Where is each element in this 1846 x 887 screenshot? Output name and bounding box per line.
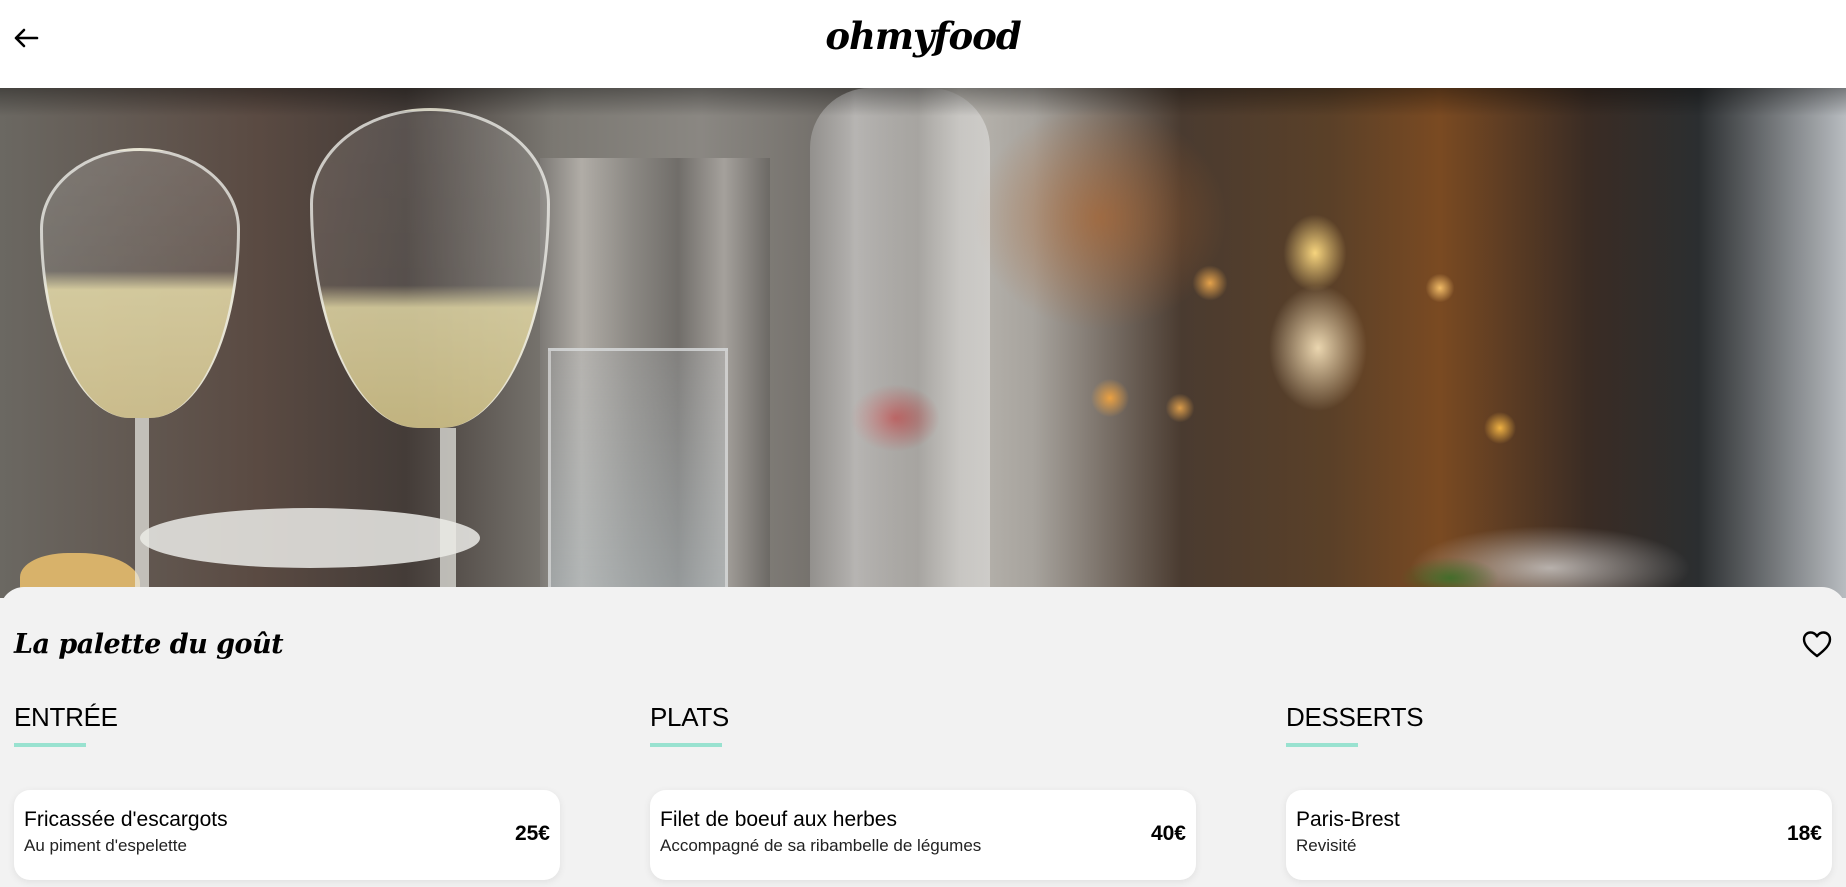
wine-glass: [40, 148, 240, 418]
restaurant-content: La palette du goût ENTRÉE Fricassée d'es…: [0, 587, 1846, 887]
menu-section-entree: ENTRÉE Fricassée d'escargots Au piment d…: [14, 702, 562, 880]
dish-price: 25€: [514, 822, 550, 845]
menu-section-desserts: DESSERTS Paris-Brest Revisité 18€: [1286, 702, 1834, 880]
restaurant-name: La palette du goût: [14, 629, 284, 660]
section-title: DESSERTS: [1286, 702, 1424, 732]
dish-description: Au piment d'espelette: [24, 836, 187, 855]
heart-outline-icon: [1802, 631, 1832, 658]
menu-section-plats: PLATS Filet de boeuf aux herbes Accompag…: [650, 702, 1198, 880]
header-shadow: [0, 88, 1846, 116]
dish-description: Revisité: [1296, 836, 1357, 855]
dish-name: Paris-Brest: [1296, 808, 1400, 831]
dish-price: 40€: [1150, 822, 1186, 845]
logo[interactable]: ohmyfood: [0, 14, 1846, 58]
section-underline: [14, 743, 86, 747]
dish-description: Accompagné de sa ribambelle de légumes: [660, 836, 982, 855]
section-title: ENTRÉE: [14, 702, 118, 732]
wine-glass: [310, 108, 550, 428]
dish-price: 18€: [1786, 822, 1822, 845]
section-title: PLATS: [650, 702, 729, 732]
section-underline: [1286, 743, 1358, 747]
plate: [140, 508, 480, 568]
dish-card[interactable]: Paris-Brest Revisité 18€: [1286, 790, 1832, 880]
water-glass: [548, 348, 728, 598]
like-button[interactable]: [1800, 627, 1834, 661]
header: ohmyfood: [0, 0, 1846, 88]
glass-stem: [135, 418, 149, 598]
dish-card[interactable]: Fricassée d'escargots Au piment d'espele…: [14, 790, 560, 880]
water-bottle: [810, 88, 990, 598]
glass-stem: [440, 428, 456, 598]
section-underline: [650, 743, 722, 747]
dish-card[interactable]: Filet de boeuf aux herbes Accompagné de …: [650, 790, 1196, 880]
dish-name: Filet de boeuf aux herbes: [660, 808, 897, 831]
dish-name: Fricassée d'escargots: [24, 808, 228, 831]
hero-image: [0, 88, 1846, 598]
